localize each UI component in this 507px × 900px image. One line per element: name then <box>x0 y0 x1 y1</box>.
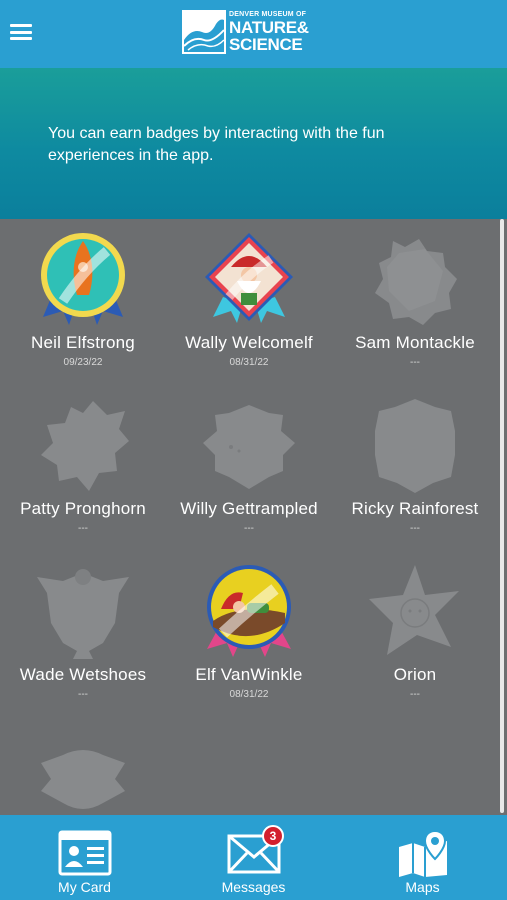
badge-name: Neil Elfstrong <box>31 333 135 352</box>
locked-badge-icon <box>37 569 129 659</box>
badge-grid[interactable]: Neil Elfstrong 09/23/22 Wally Welcomelf … <box>0 219 498 815</box>
banner-text: You can earn badges by interacting with … <box>48 125 385 164</box>
gnome-badge-icon <box>205 233 293 323</box>
badge-neil-elfstrong[interactable]: Neil Elfstrong 09/23/22 <box>0 219 166 379</box>
scrollbar[interactable] <box>498 219 507 815</box>
museum-logo: DENVER MUSEUM OF NATURE& SCIENCE <box>182 10 324 54</box>
messages-notification-badge: 3 <box>262 825 284 847</box>
locked-badge-icon <box>41 750 125 809</box>
badge-name: Ricky Rainforest <box>351 499 479 518</box>
scrollbar-thumb[interactable] <box>500 219 504 813</box>
nav-label: Maps <box>405 879 440 895</box>
badge-sam-montackle[interactable]: Sam Montackle --- <box>332 219 498 379</box>
badge-date: 08/31/22 <box>229 357 269 368</box>
nav-messages[interactable]: Messages <box>169 815 338 900</box>
hamburger-menu-icon[interactable] <box>10 22 32 42</box>
nav-maps[interactable]: Maps <box>338 815 507 900</box>
badge-partial[interactable] <box>0 717 166 815</box>
badge-date: --- <box>410 523 420 534</box>
locked-badge-icon <box>203 405 295 489</box>
app-header: DENVER MUSEUM OF NATURE& SCIENCE <box>0 0 507 68</box>
locked-badge-icon <box>375 399 455 493</box>
logo-line-2: NATURE& <box>229 18 309 37</box>
nav-label: My Card <box>58 879 111 895</box>
badge-name: Wade Wetshoes <box>19 665 147 684</box>
badge-date: 09/23/22 <box>63 357 103 368</box>
badge-name: Orion <box>393 665 437 684</box>
locked-badge-icon <box>41 401 129 491</box>
badge-date: --- <box>244 523 254 534</box>
logo-line-3: SCIENCE <box>229 35 303 54</box>
badge-wally-welcomelf[interactable]: Wally Welcomelf 08/31/22 <box>166 219 332 379</box>
badge-name: Wally Welcomelf <box>185 333 313 352</box>
badge-willy-gettrampled[interactable]: Willy Gettrampled --- <box>166 385 332 545</box>
locked-badge-icon <box>375 239 457 325</box>
bottom-navigation: My Card Messages Maps <box>0 815 507 900</box>
locked-star-badge-icon <box>369 565 459 655</box>
badge-date: --- <box>410 689 420 700</box>
badge-name: Willy Gettrampled <box>180 499 318 518</box>
info-banner: You can earn badges by interacting with … <box>0 68 507 219</box>
nav-my-card[interactable]: My Card <box>0 815 169 900</box>
museum-logo-mark <box>182 10 226 54</box>
badge-name: Patty Pronghorn <box>20 499 146 518</box>
nav-label: Messages <box>221 879 286 895</box>
sleeping-elf-badge-icon <box>207 565 291 657</box>
badge-date: --- <box>410 357 420 368</box>
badge-name: Sam Montackle <box>355 333 475 352</box>
badge-date: 08/31/22 <box>229 689 269 700</box>
badge-date: --- <box>78 523 88 534</box>
badge-ricky-rainforest[interactable]: Ricky Rainforest --- <box>332 385 498 545</box>
map-pin-icon <box>399 829 447 877</box>
badge-wade-wetshoes[interactable]: Wade Wetshoes --- <box>0 551 166 711</box>
badge-orion[interactable]: Orion --- <box>332 551 498 711</box>
rocket-badge-icon <box>41 233 125 325</box>
badge-name: Elf VanWinkle <box>195 665 303 684</box>
badge-date: --- <box>78 689 88 700</box>
id-card-icon <box>58 830 112 876</box>
badge-patty-pronghorn[interactable]: Patty Pronghorn --- <box>0 385 166 545</box>
badge-elf-vanwinkle[interactable]: Elf VanWinkle 08/31/22 <box>166 551 332 711</box>
